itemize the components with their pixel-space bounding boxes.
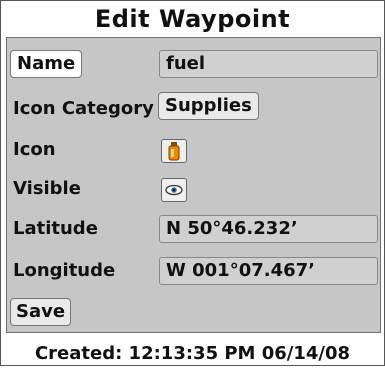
longitude-label: Longitude (13, 260, 116, 281)
eye-icon (165, 184, 183, 196)
icon-label: Icon (13, 139, 56, 160)
icon-category-select[interactable]: Supplies (158, 92, 259, 120)
visible-label: Visible (13, 178, 81, 199)
fuel-bottle-icon (168, 142, 180, 161)
icon-selector-button[interactable] (161, 139, 187, 163)
save-button[interactable]: Save (10, 298, 72, 326)
icon-category-label: Icon Category (13, 98, 154, 119)
latitude-field[interactable]: N 50°46.232’ (159, 215, 378, 243)
name-label-button[interactable]: Name (10, 50, 83, 78)
visible-toggle[interactable] (161, 178, 187, 202)
page-title: Edit Waypoint (94, 5, 291, 33)
latitude-label: Latitude (13, 218, 98, 239)
name-field[interactable]: fuel (159, 50, 378, 78)
waypoint-form-panel: Name fuel Icon Category Supplies Icon Vi… (6, 37, 381, 333)
longitude-field[interactable]: W 001°07.467’ (159, 257, 378, 285)
created-timestamp: Created: 12:13:35 PM 06/14/08 (34, 343, 351, 364)
